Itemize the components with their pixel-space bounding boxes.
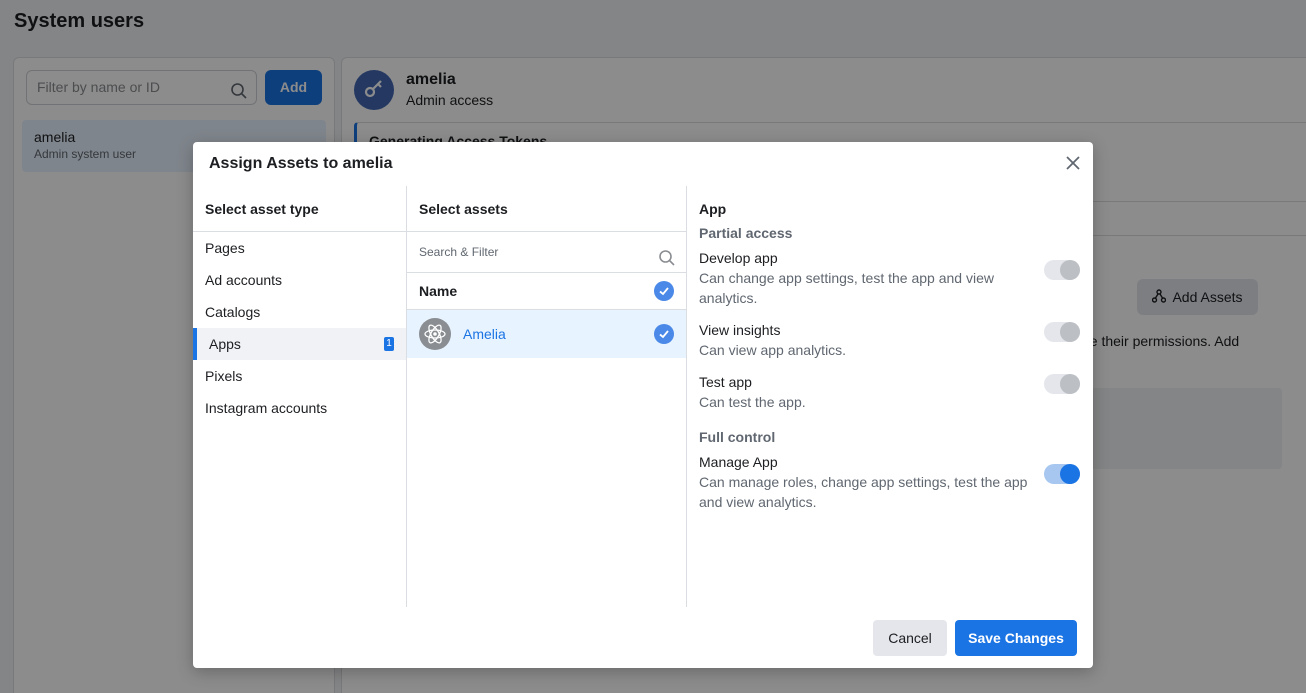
assets-header: Select assets xyxy=(407,186,686,232)
count-badge: 1 xyxy=(384,337,394,351)
permission-title: View insights xyxy=(699,322,781,338)
toggle-knob xyxy=(1060,464,1080,484)
name-column-header: Name xyxy=(419,283,458,299)
permissions-column: App Partial access Develop app Can chang… xyxy=(687,186,1093,607)
asset-type-ad-accounts[interactable]: Ad accounts xyxy=(193,264,406,296)
permission-title: Develop app xyxy=(699,250,778,266)
cancel-button[interactable]: Cancel xyxy=(873,620,947,656)
asset-type-catalogs[interactable]: Catalogs xyxy=(193,296,406,328)
full-control-label: Full control xyxy=(699,429,776,445)
partial-access-label: Partial access xyxy=(699,225,793,241)
toggle-knob xyxy=(1060,260,1080,280)
app-atom-icon xyxy=(419,318,451,350)
asset-type-header: Select asset type xyxy=(193,186,406,232)
permission-description: Can test the app. xyxy=(699,394,806,410)
asset-type-apps[interactable]: Apps 1 xyxy=(193,328,406,360)
asset-search-placeholder: Search & Filter xyxy=(419,245,499,259)
permission-title: Test app xyxy=(699,374,752,390)
dialog-footer: Cancel Save Changes xyxy=(193,607,1093,668)
asset-type-instagram-accounts[interactable]: Instagram accounts xyxy=(193,392,406,424)
develop-app-toggle[interactable] xyxy=(1044,260,1080,280)
permission-develop-app: Develop app Can change app settings, tes… xyxy=(687,248,1093,320)
toggle-knob xyxy=(1060,322,1080,342)
permission-test-app: Test app Can test the app. xyxy=(687,372,1093,424)
asset-type-label: Pages xyxy=(205,240,245,256)
permission-manage-app: Manage App Can manage roles, change app … xyxy=(687,452,1093,524)
asset-type-label: Pixels xyxy=(205,368,243,384)
close-icon[interactable] xyxy=(1064,154,1082,172)
asset-type-label: Ad accounts xyxy=(205,272,283,288)
asset-type-pages[interactable]: Pages xyxy=(193,232,406,264)
save-changes-button[interactable]: Save Changes xyxy=(955,620,1077,656)
permission-description: Can manage roles, change app settings, t… xyxy=(699,474,1028,510)
asset-type-pixels[interactable]: Pixels xyxy=(193,360,406,392)
select-all-row[interactable]: Name xyxy=(407,273,686,310)
assign-assets-dialog: Assign Assets to amelia Select asset typ… xyxy=(193,142,1093,668)
permission-title: Manage App xyxy=(699,454,778,470)
asset-search-input[interactable]: Search & Filter xyxy=(407,232,686,273)
asset-type-label: Apps xyxy=(209,336,241,352)
toggle-knob xyxy=(1060,374,1080,394)
permission-description: Can view app analytics. xyxy=(699,342,847,358)
asset-type-column: Select asset type Pages Ad accounts Cata… xyxy=(193,186,407,607)
asset-name: Amelia xyxy=(463,326,506,342)
manage-app-toggle[interactable] xyxy=(1044,464,1080,484)
asset-row[interactable]: Amelia xyxy=(407,310,686,358)
assets-column: Select assets Search & Filter Name Ameli… xyxy=(407,186,687,607)
asset-type-label: Catalogs xyxy=(205,304,261,320)
asset-checkbox[interactable] xyxy=(654,324,674,344)
view-insights-toggle[interactable] xyxy=(1044,322,1080,342)
asset-type-label: Instagram accounts xyxy=(205,400,328,416)
test-app-toggle[interactable] xyxy=(1044,374,1080,394)
permission-view-insights: View insights Can view app analytics. xyxy=(687,320,1093,372)
permission-description: Can change app settings, test the app an… xyxy=(699,270,994,306)
select-all-checkbox[interactable] xyxy=(654,281,674,301)
dialog-title: Assign Assets to amelia xyxy=(209,155,393,172)
